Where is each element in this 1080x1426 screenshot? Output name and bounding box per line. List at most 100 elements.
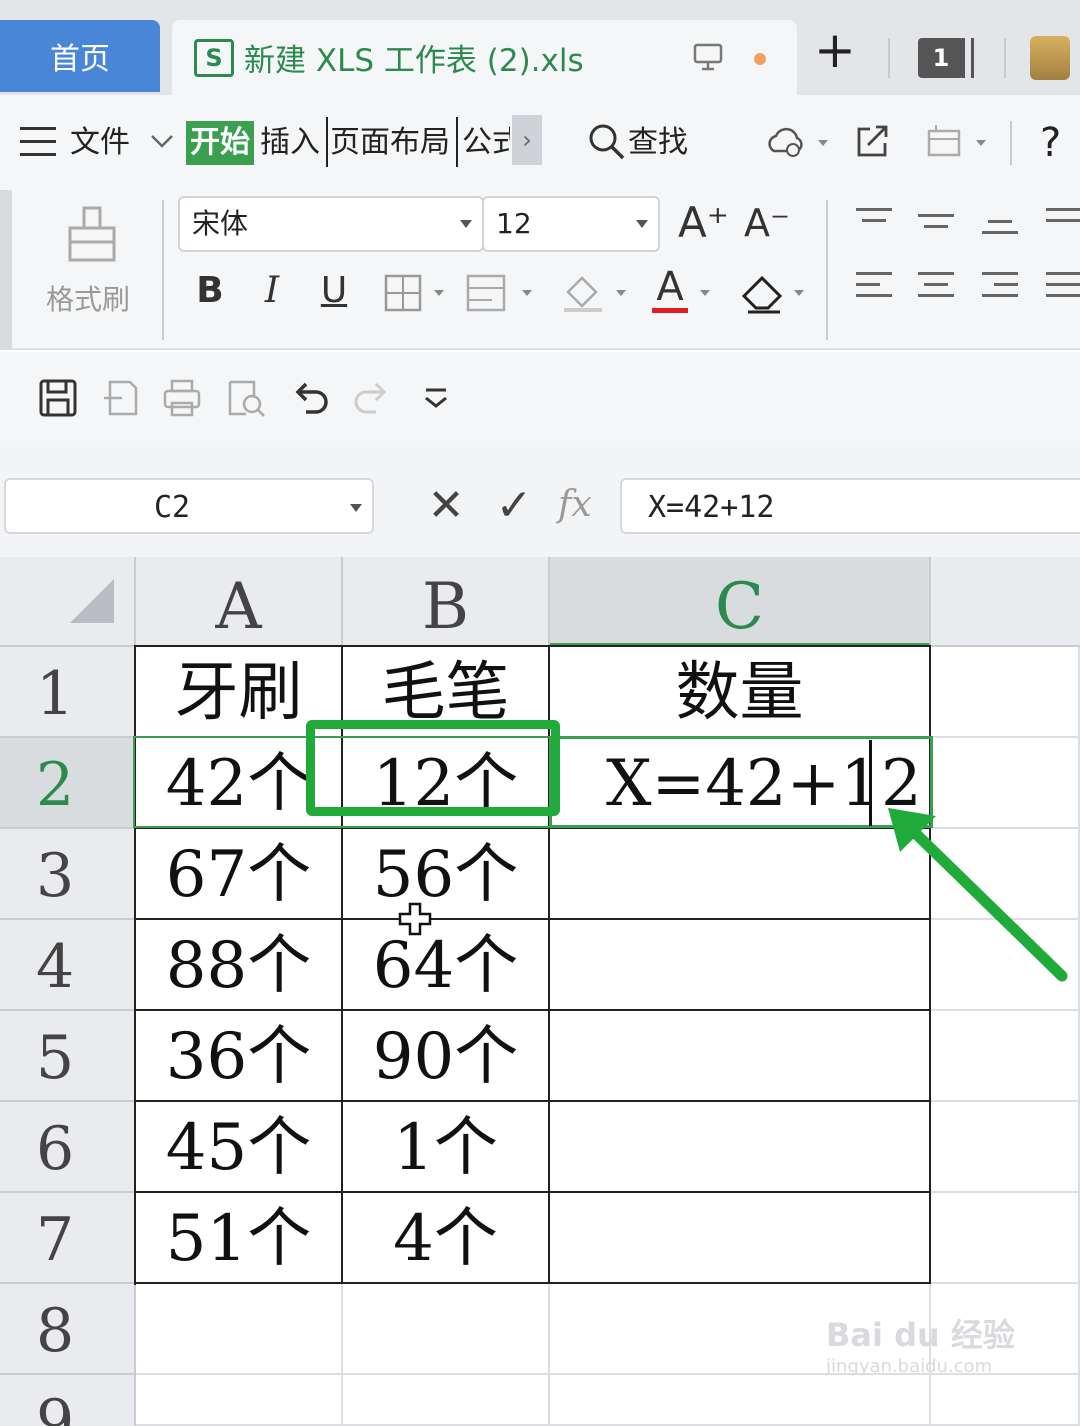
cell-d1[interactable]: [931, 647, 1080, 738]
formula-input[interactable]: X=42+12: [620, 478, 1080, 534]
cell-a7[interactable]: 51个: [136, 1193, 343, 1284]
cell-b4[interactable]: 64个: [343, 920, 550, 1011]
insert-function-button[interactable]: fx: [558, 484, 592, 525]
menu-formula[interactable]: 公式: [462, 121, 510, 165]
row-header-5[interactable]: 5: [0, 1011, 136, 1102]
cell-b1[interactable]: 毛笔: [343, 647, 550, 738]
print-icon[interactable]: [162, 378, 202, 418]
monitor-icon[interactable]: [692, 42, 724, 72]
format-painter-label[interactable]: 格式刷: [46, 278, 130, 318]
caret-down-icon[interactable]: [700, 290, 710, 296]
menu-scroll-right-button[interactable]: ›: [512, 115, 542, 165]
layout-icon[interactable]: [926, 123, 966, 159]
cell-a1[interactable]: 牙刷: [136, 647, 343, 738]
menu-file[interactable]: 文件: [70, 121, 130, 165]
save-icon[interactable]: [38, 378, 78, 418]
column-header-c[interactable]: C: [550, 557, 931, 647]
tab-document[interactable]: S 新建 XLS 工作表 (2).xls: [172, 20, 797, 95]
cloud-sync-icon[interactable]: [766, 123, 806, 159]
row-header-4[interactable]: 4: [0, 920, 136, 1011]
chevron-down-icon[interactable]: [150, 133, 174, 149]
font-family-select[interactable]: 宋体: [178, 196, 484, 252]
column-header-b[interactable]: B: [343, 557, 550, 647]
caret-down-icon[interactable]: [616, 290, 626, 296]
font-color-button[interactable]: A: [650, 262, 690, 312]
justify-icon[interactable]: [1046, 272, 1080, 305]
cell-b9[interactable]: [343, 1375, 550, 1426]
caret-down-icon[interactable]: [522, 290, 532, 296]
cell-c3[interactable]: [550, 829, 931, 920]
window-count-badge[interactable]: 1: [918, 38, 964, 78]
row-header-9[interactable]: 9: [0, 1375, 136, 1426]
customize-toolbar-icon[interactable]: [416, 378, 456, 418]
cell-a5[interactable]: 36个: [136, 1011, 343, 1102]
cell-c5[interactable]: [550, 1011, 931, 1102]
hamburger-menu-icon[interactable]: [20, 125, 58, 159]
cell-d6[interactable]: [931, 1102, 1080, 1193]
row-header-6[interactable]: 6: [0, 1102, 136, 1193]
cell-b8[interactable]: [343, 1284, 550, 1375]
cell-b6[interactable]: 1个: [343, 1102, 550, 1193]
help-button[interactable]: ?: [1040, 121, 1061, 165]
bold-button[interactable]: B: [192, 266, 228, 316]
align-top-icon[interactable]: [856, 208, 892, 230]
column-header-a[interactable]: A: [136, 557, 343, 647]
column-header-d[interactable]: [931, 557, 1080, 647]
underline-button[interactable]: U: [316, 266, 352, 316]
redo-icon[interactable]: [352, 378, 392, 418]
menu-start[interactable]: 开始: [186, 121, 254, 165]
cell-b2[interactable]: 12个: [343, 738, 550, 829]
search-label[interactable]: 查找: [628, 121, 688, 165]
cell-d7[interactable]: [931, 1193, 1080, 1284]
cell-b3[interactable]: 56个: [343, 829, 550, 920]
align-center-icon[interactable]: [918, 272, 954, 305]
menu-insert[interactable]: 插入: [260, 121, 320, 165]
cell-a2[interactable]: 42个: [136, 738, 343, 829]
cancel-edit-icon[interactable]: ✕: [426, 484, 466, 528]
align-left-icon[interactable]: [856, 272, 892, 305]
undo-icon[interactable]: [290, 378, 330, 418]
align-bottom-icon[interactable]: [982, 220, 1018, 242]
cell-c2[interactable]: X=42+12: [550, 738, 931, 829]
font-size-select[interactable]: 12: [482, 196, 660, 252]
format-painter-icon[interactable]: [64, 204, 120, 264]
menu-page-layout[interactable]: 页面布局: [330, 121, 450, 165]
spreadsheet-grid[interactable]: A B C 1 2 3 4 5 6 7 8 9 牙刷 毛笔 数量 42个 12个…: [0, 557, 1080, 1426]
shrink-font-button[interactable]: A⁻: [744, 198, 790, 248]
row-header-7[interactable]: 7: [0, 1193, 136, 1284]
print-preview-icon[interactable]: [226, 378, 266, 418]
cell-c1[interactable]: 数量: [550, 647, 931, 738]
cell-c6[interactable]: [550, 1102, 931, 1193]
caret-down-icon[interactable]: [434, 290, 444, 296]
caret-down-icon[interactable]: [794, 290, 804, 296]
align-middle-icon[interactable]: [918, 214, 954, 236]
chevron-down-icon[interactable]: [460, 220, 472, 228]
share-icon[interactable]: [854, 123, 890, 159]
caret-down-icon[interactable]: [818, 140, 828, 146]
row-header-1[interactable]: 1: [0, 647, 136, 738]
cell-a9[interactable]: [136, 1375, 343, 1426]
grow-font-button[interactable]: A⁺: [678, 198, 729, 248]
cell-b7[interactable]: 4个: [343, 1193, 550, 1284]
user-avatar[interactable]: [1030, 36, 1070, 80]
cell-a3[interactable]: 67个: [136, 829, 343, 920]
export-pdf-icon[interactable]: [100, 378, 140, 418]
border-icon[interactable]: [384, 274, 422, 312]
cell-d5[interactable]: [931, 1011, 1080, 1102]
row-header-8[interactable]: 8: [0, 1284, 136, 1375]
search-icon[interactable]: [588, 123, 626, 161]
cell-c7[interactable]: [550, 1193, 931, 1284]
name-box[interactable]: C2: [4, 478, 374, 534]
cell-a4[interactable]: 88个: [136, 920, 343, 1011]
cell-c4[interactable]: [550, 920, 931, 1011]
italic-button[interactable]: I: [254, 266, 290, 316]
row-header-2[interactable]: 2: [0, 738, 136, 829]
add-tab-button[interactable]: +: [812, 25, 858, 76]
cell-a6[interactable]: 45个: [136, 1102, 343, 1193]
align-right-icon[interactable]: [982, 272, 1018, 305]
fill-color-icon[interactable]: [562, 272, 606, 314]
eraser-icon[interactable]: [740, 270, 786, 314]
indent-icon[interactable]: [1046, 208, 1080, 230]
cell-b5[interactable]: 90个: [343, 1011, 550, 1102]
select-all-corner[interactable]: [0, 557, 136, 647]
